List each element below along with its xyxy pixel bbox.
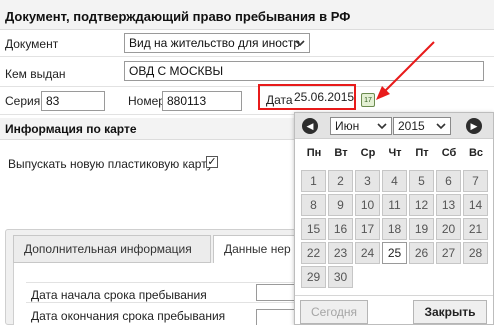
year-select-value: 2015 <box>398 119 425 133</box>
datepicker-divider <box>295 295 493 296</box>
weekday-tue: Вт <box>334 147 348 159</box>
calendar-day[interactable]: 27 <box>436 242 461 264</box>
tab-additional-info[interactable]: Дополнительная информация <box>13 235 211 263</box>
new-card-checkbox[interactable]: ✓ <box>206 156 218 168</box>
calendar-day[interactable]: 22 <box>301 242 326 264</box>
date-input[interactable]: 25.06.2015 <box>293 88 354 106</box>
document-select[interactable]: Вид на жительство для иностр <box>124 33 310 53</box>
calendar-day[interactable]: 17 <box>355 218 380 240</box>
weekday-sun: Вс <box>468 147 484 159</box>
document-select-value: Вид на жительство для иностр <box>129 36 301 50</box>
series-label: Серия <box>5 94 41 108</box>
weekday-mon: Пн <box>306 147 322 159</box>
calendar-day[interactable]: 20 <box>436 218 461 240</box>
month-select[interactable]: Июн <box>330 117 392 135</box>
prev-month-icon[interactable]: ◀ <box>302 118 318 134</box>
calendar-day[interactable]: 8 <box>301 194 326 216</box>
calendar-day[interactable]: 21 <box>463 218 488 240</box>
number-input[interactable]: 880113 <box>162 91 242 111</box>
calendar-day[interactable]: 26 <box>409 242 434 264</box>
calendar-day[interactable]: 6 <box>436 170 461 192</box>
weekday-wed: Ср <box>360 147 376 159</box>
calendar-day[interactable]: 23 <box>328 242 353 264</box>
section-title-card: Информация по карте <box>5 122 137 136</box>
datepicker: ◀ Июн 2015 ▶ Пн Вт Ср Чт Пт Сб Вс 1 2 3 … <box>294 112 494 325</box>
chevron-down-icon <box>436 123 446 130</box>
calendar-day[interactable]: 2 <box>328 170 353 192</box>
calendar-day[interactable]: 1 <box>301 170 326 192</box>
close-button[interactable]: Закрыть <box>413 300 487 324</box>
today-button[interactable]: Сегодня <box>300 300 368 324</box>
calendar-day[interactable]: 15 <box>301 218 326 240</box>
date-label: Дата <box>266 93 293 107</box>
calendar-day[interactable]: 14 <box>463 194 488 216</box>
weekday-thu: Чт <box>388 147 402 159</box>
weekday-sat: Сб <box>441 147 457 159</box>
calendar-day[interactable]: 4 <box>382 170 407 192</box>
stay-end-label: Дата окончания срока пребывания <box>31 309 226 323</box>
datepicker-header: ◀ Июн 2015 ▶ <box>295 113 493 139</box>
calendar-day[interactable]: 28 <box>463 242 488 264</box>
year-select[interactable]: 2015 <box>393 117 451 135</box>
chevron-down-icon <box>295 40 305 47</box>
month-select-value: Июн <box>335 119 360 133</box>
calendar-day[interactable]: 7 <box>463 170 488 192</box>
document-label: Документ <box>5 37 59 51</box>
calendar-day[interactable]: 3 <box>355 170 380 192</box>
weekday-fri: Пт <box>415 147 429 159</box>
series-input[interactable]: 83 <box>41 91 105 111</box>
calendar-day[interactable]: 29 <box>301 266 326 288</box>
calendar-day[interactable]: 5 <box>409 170 434 192</box>
stay-end-input[interactable] <box>256 309 296 325</box>
calendar-day[interactable]: 24 <box>355 242 380 264</box>
calendar-day[interactable]: 30 <box>328 266 353 288</box>
section-header-document: Документ, подтверждающий право пребывани… <box>0 0 494 30</box>
stay-start-label: Дата начала срока пребывания <box>31 288 207 302</box>
calendar-day[interactable]: 18 <box>382 218 407 240</box>
issued-by-label: Кем выдан <box>5 67 66 81</box>
new-card-label: Выпускать новую пластиковую карту <box>8 157 213 171</box>
calendar-day[interactable]: 11 <box>382 194 407 216</box>
calendar-day[interactable]: 16 <box>328 218 353 240</box>
chevron-down-icon <box>377 123 387 130</box>
annotation-arrow-icon <box>376 41 435 100</box>
calendar-day[interactable]: 10 <box>355 194 380 216</box>
section-title-document: Документ, подтверждающий право пребывани… <box>5 9 351 24</box>
tab-data[interactable]: Данные нер <box>213 235 303 264</box>
calendar-day[interactable]: 12 <box>409 194 434 216</box>
calendar-day[interactable]: 19 <box>409 218 434 240</box>
calendar-day-selected[interactable]: 25 <box>382 242 407 264</box>
calendar-day[interactable]: 9 <box>328 194 353 216</box>
number-label: Номер <box>128 94 165 108</box>
next-month-icon[interactable]: ▶ <box>466 118 482 134</box>
stay-start-input[interactable] <box>256 284 296 301</box>
calendar-day[interactable]: 13 <box>436 194 461 216</box>
